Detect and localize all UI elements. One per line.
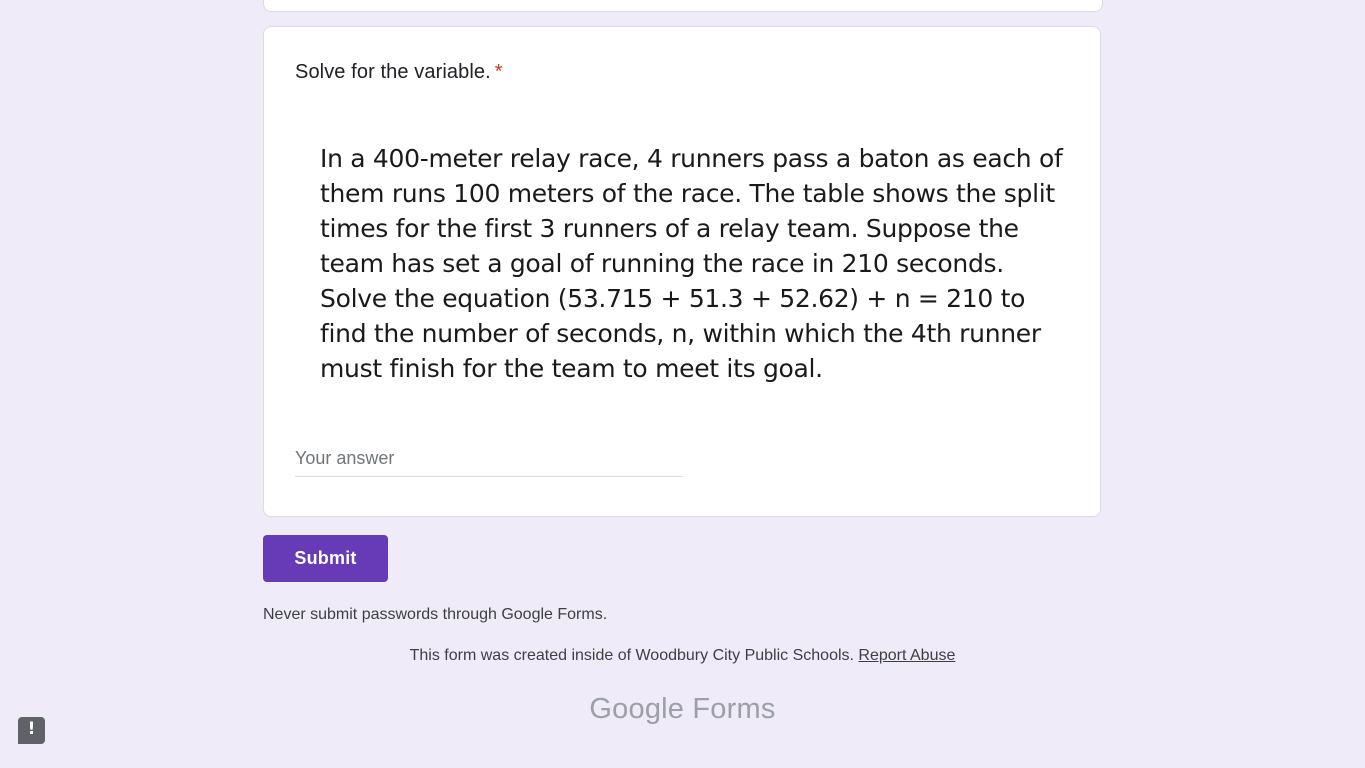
form-created-text: This form was created inside of Woodbury…	[409, 647, 854, 664]
form-created-notice: This form was created inside of Woodbury…	[0, 647, 1365, 665]
image-text-line: must finish for the team to meet its goa…	[320, 354, 823, 383]
feedback-icon[interactable]: !	[18, 717, 45, 744]
password-warning: Never submit passwords through Google Fo…	[263, 606, 608, 623]
answer-input[interactable]	[295, 443, 683, 473]
image-text-line: team has set a goal of running the race …	[320, 249, 1004, 278]
submit-button[interactable]: Submit	[263, 535, 388, 582]
image-text-line: Solve the equation (53.715 + 51.3 + 52.6…	[320, 284, 1026, 313]
report-abuse-link[interactable]: Report Abuse	[858, 647, 955, 664]
question-title: Solve for the variable. *	[295, 61, 503, 84]
image-text-line: them runs 100 meters of the race. The ta…	[320, 179, 1055, 208]
google-forms-logo[interactable]: Google Forms	[0, 693, 1365, 726]
previous-question-card	[263, 0, 1103, 12]
question-image: In a 400-meter relay race, 4 runners pas…	[320, 141, 1063, 386]
image-text-line: times for the first 3 runners of a relay…	[320, 214, 1019, 243]
image-text-line: In a 400-meter relay race, 4 runners pas…	[320, 144, 1063, 173]
answer-field-wrapper	[295, 443, 683, 477]
question-card: Solve for the variable. * In a 400-meter …	[263, 26, 1101, 517]
required-star: *	[494, 61, 503, 83]
question-title-text: Solve for the variable.	[295, 61, 491, 83]
image-text-line: find the number of seconds, n, within wh…	[320, 319, 1041, 348]
